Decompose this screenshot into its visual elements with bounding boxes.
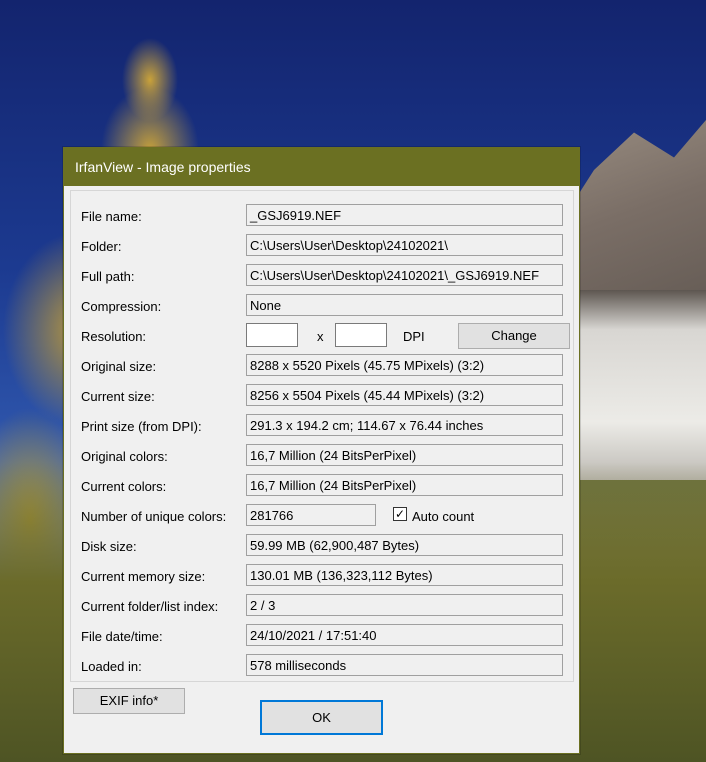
value-original-colors[interactable]: 16,7 Million (24 BitsPerPixel)	[246, 444, 563, 466]
row-current-colors: Current colors: 16,7 Million (24 BitsPer…	[71, 473, 573, 503]
dialog-title: IrfanView - Image properties	[75, 159, 251, 175]
label-current-size: Current size:	[81, 389, 155, 404]
label-file-datetime: File date/time:	[81, 629, 163, 644]
change-button[interactable]: Change	[458, 323, 570, 349]
properties-group: File name: _GSJ6919.NEF Folder: C:\Users…	[70, 190, 574, 682]
label-resolution: Resolution:	[81, 329, 147, 344]
auto-count-label[interactable]: Auto count	[412, 509, 474, 524]
image-properties-dialog: IrfanView - Image properties File name: …	[63, 147, 580, 754]
value-loaded-in[interactable]: 578 milliseconds	[246, 654, 563, 676]
label-print-size: Print size (from DPI):	[81, 419, 202, 434]
label-unique-colors: Number of unique colors:	[81, 509, 227, 524]
label-memory-size: Current memory size:	[81, 569, 206, 584]
resolution-y-input[interactable]	[335, 323, 387, 347]
label-current-colors: Current colors:	[81, 479, 167, 494]
label-folder: Folder:	[81, 239, 122, 254]
label-loaded-in: Loaded in:	[81, 659, 142, 674]
row-loaded-in: Loaded in: 578 milliseconds	[71, 653, 573, 683]
ok-button[interactable]: OK	[260, 700, 383, 735]
label-original-colors: Original colors:	[81, 449, 168, 464]
label-compression: Compression:	[81, 299, 162, 314]
value-print-size[interactable]: 291.3 x 194.2 cm; 114.67 x 76.44 inches	[246, 414, 563, 436]
dialog-titlebar[interactable]: IrfanView - Image properties	[64, 148, 579, 186]
resolution-x-label: x	[317, 329, 324, 344]
value-file-datetime[interactable]: 24/10/2021 / 17:51:40	[246, 624, 563, 646]
value-folder[interactable]: C:\Users\User\Desktop\24102021\	[246, 234, 563, 256]
value-current-size[interactable]: 8256 x 5504 Pixels (45.44 MPixels) (3:2)	[246, 384, 563, 406]
row-disk-size: Disk size: 59.99 MB (62,900,487 Bytes)	[71, 533, 573, 563]
auto-count-checkbox[interactable]: ✓	[393, 507, 407, 521]
value-folder-index[interactable]: 2 / 3	[246, 594, 563, 616]
value-compression[interactable]: None	[246, 294, 563, 316]
resolution-x-input[interactable]	[246, 323, 298, 347]
row-resolution: Resolution: x DPI Change	[71, 323, 573, 353]
row-file-name: File name: _GSJ6919.NEF	[71, 203, 573, 233]
row-print-size: Print size (from DPI): 291.3 x 194.2 cm;…	[71, 413, 573, 443]
row-original-colors: Original colors: 16,7 Million (24 BitsPe…	[71, 443, 573, 473]
label-original-size: Original size:	[81, 359, 157, 374]
value-file-name[interactable]: _GSJ6919.NEF	[246, 204, 563, 226]
label-full-path: Full path:	[81, 269, 135, 284]
row-folder-index: Current folder/list index: 2 / 3	[71, 593, 573, 623]
row-memory-size: Current memory size: 130.01 MB (136,323,…	[71, 563, 573, 593]
value-memory-size[interactable]: 130.01 MB (136,323,112 Bytes)	[246, 564, 563, 586]
row-unique-colors: Number of unique colors: 281766 ✓ Auto c…	[71, 503, 573, 533]
row-current-size: Current size: 8256 x 5504 Pixels (45.44 …	[71, 383, 573, 413]
value-full-path[interactable]: C:\Users\User\Desktop\24102021\_GSJ6919.…	[246, 264, 563, 286]
row-original-size: Original size: 8288 x 5520 Pixels (45.75…	[71, 353, 573, 383]
row-folder: Folder: C:\Users\User\Desktop\24102021\	[71, 233, 573, 263]
row-file-datetime: File date/time: 24/10/2021 / 17:51:40	[71, 623, 573, 653]
value-disk-size[interactable]: 59.99 MB (62,900,487 Bytes)	[246, 534, 563, 556]
row-full-path: Full path: C:\Users\User\Desktop\2410202…	[71, 263, 573, 293]
value-original-size[interactable]: 8288 x 5520 Pixels (45.75 MPixels) (3:2)	[246, 354, 563, 376]
row-compression: Compression: None	[71, 293, 573, 323]
value-unique-colors[interactable]: 281766	[246, 504, 376, 526]
value-current-colors[interactable]: 16,7 Million (24 BitsPerPixel)	[246, 474, 563, 496]
exif-info-button[interactable]: EXIF info*	[73, 688, 185, 714]
label-disk-size: Disk size:	[81, 539, 137, 554]
label-folder-index: Current folder/list index:	[81, 599, 219, 614]
label-file-name: File name:	[81, 209, 142, 224]
dpi-label: DPI	[403, 329, 425, 344]
